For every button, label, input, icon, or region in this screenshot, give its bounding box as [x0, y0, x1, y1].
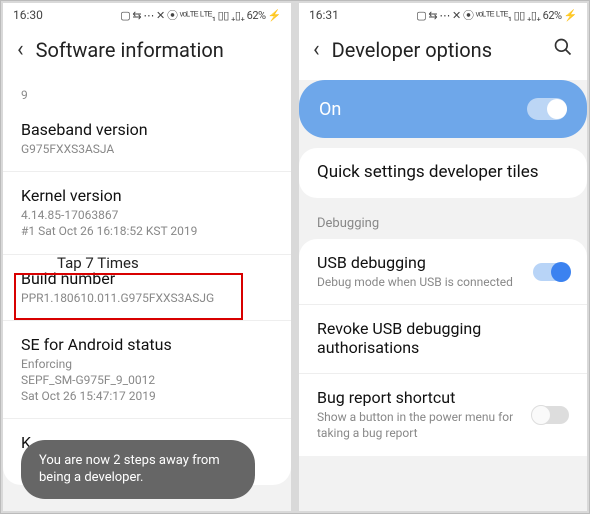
- baseband-label: Baseband version: [21, 120, 273, 139]
- se-l1: Enforcing: [21, 356, 273, 372]
- bug-sub: Show a button in the power menu for taki…: [317, 409, 523, 441]
- bug-toggle[interactable]: [533, 406, 569, 424]
- baseband-value: G975FXXS3ASJA: [21, 141, 273, 157]
- bug-label: Bug report shortcut: [317, 388, 523, 407]
- se-l3: Sat Oct 26 15:47:17 2019: [21, 388, 273, 404]
- toast-text: You are now 2 steps away from being a de…: [39, 453, 220, 486]
- debug-section-label: Debugging: [299, 206, 587, 239]
- se-l2: SEPF_SM-G975F_9_0012: [21, 372, 273, 388]
- page-title: Developer options: [332, 38, 553, 62]
- search-icon[interactable]: [553, 37, 573, 62]
- status-icons: ▢ ⇆ ⋯ ✕ ⦿ ᵛᵒᴸᵀᴱ ᴸᵀᴱ₁ ▯▯ ₊▯₊ 62% ⚡: [120, 7, 281, 23]
- back-icon[interactable]: ‹: [313, 37, 320, 62]
- statusbar: 16:31 ▢ ⇆ ⋯ ✕ ⦿ ᵛᵒᴸᵀᴱ ᴸᵀᴱ₁ ▯▯ ₊▯₊ 62% ⚡: [299, 3, 587, 27]
- phone-right: 16:31 ▢ ⇆ ⋯ ✕ ⦿ ᵛᵒᴸᵀᴱ ᴸᵀᴱ₁ ▯▯ ₊▯₊ 62% ⚡ …: [299, 3, 587, 511]
- se-row[interactable]: SE for Android status Enforcing SEPF_SM-…: [3, 321, 291, 420]
- quick-tiles-row[interactable]: Quick settings developer tiles: [299, 148, 587, 198]
- usb-label: USB debugging: [317, 253, 523, 272]
- android-version-value[interactable]: 9: [3, 80, 291, 106]
- page-title: Software information: [36, 38, 277, 62]
- bug-report-row[interactable]: Bug report shortcut Show a button in the…: [299, 374, 587, 455]
- build-value: PPR1.180610.011.G975FXXS3ASJG: [21, 290, 273, 306]
- kernel-line2: #1 Sat Oct 26 16:18:52 KST 2019: [21, 223, 273, 239]
- kernel-label: Kernel version: [21, 186, 273, 205]
- baseband-row[interactable]: Baseband version G975FXXS3ASJA: [3, 106, 291, 172]
- debug-card: USB debugging Debug mode when USB is con…: [299, 239, 587, 456]
- status-time: 16:31: [309, 8, 339, 22]
- master-toggle-label: On: [319, 99, 341, 120]
- info-card: 9 Baseband version G975FXXS3ASJA Kernel …: [3, 80, 291, 485]
- usb-sub: Debug mode when USB is connected: [317, 274, 523, 290]
- quick-card: Quick settings developer tiles: [299, 148, 587, 198]
- quick-tiles-label: Quick settings developer tiles: [317, 162, 569, 182]
- revoke-label: Revoke USB debugging authorisations: [317, 319, 569, 357]
- header: ‹ Developer options: [299, 27, 587, 80]
- revoke-row[interactable]: Revoke USB debugging authorisations: [299, 305, 587, 374]
- back-icon[interactable]: ‹: [17, 37, 24, 62]
- annotation-tap: Tap 7 Times: [57, 254, 139, 272]
- header: ‹ Software information: [3, 27, 291, 80]
- usb-toggle[interactable]: [533, 263, 569, 281]
- usb-debugging-row[interactable]: USB debugging Debug mode when USB is con…: [299, 239, 587, 305]
- kernel-line1: 4.14.85-17063867: [21, 207, 273, 223]
- statusbar: 16:30 ▢ ⇆ ⋯ ✕ ⦿ ᵛᵒᴸᵀᴱ ᴸᵀᴱ₁ ▯▯ ₊▯₊ 62% ⚡: [3, 3, 291, 27]
- master-toggle[interactable]: [527, 98, 567, 120]
- content: On Quick settings developer tiles Debugg…: [299, 80, 587, 511]
- build-row[interactable]: Build number PPR1.180610.011.G975FXXS3AS…: [3, 255, 291, 321]
- phone-left: 16:30 ▢ ⇆ ⋯ ✕ ⦿ ᵛᵒᴸᵀᴱ ᴸᵀᴱ₁ ▯▯ ₊▯₊ 62% ⚡ …: [3, 3, 291, 511]
- master-toggle-row[interactable]: On: [299, 80, 587, 138]
- toast: You are now 2 steps away from being a de…: [21, 440, 255, 499]
- se-label: SE for Android status: [21, 335, 273, 354]
- kernel-row[interactable]: Kernel version 4.14.85-17063867 #1 Sat O…: [3, 172, 291, 254]
- status-time: 16:30: [13, 8, 43, 22]
- status-icons: ▢ ⇆ ⋯ ✕ ⦿ ᵛᵒᴸᵀᴱ ᴸᵀᴱ₁ ▯▯ ₊▯₊ 62% ⚡: [416, 7, 577, 23]
